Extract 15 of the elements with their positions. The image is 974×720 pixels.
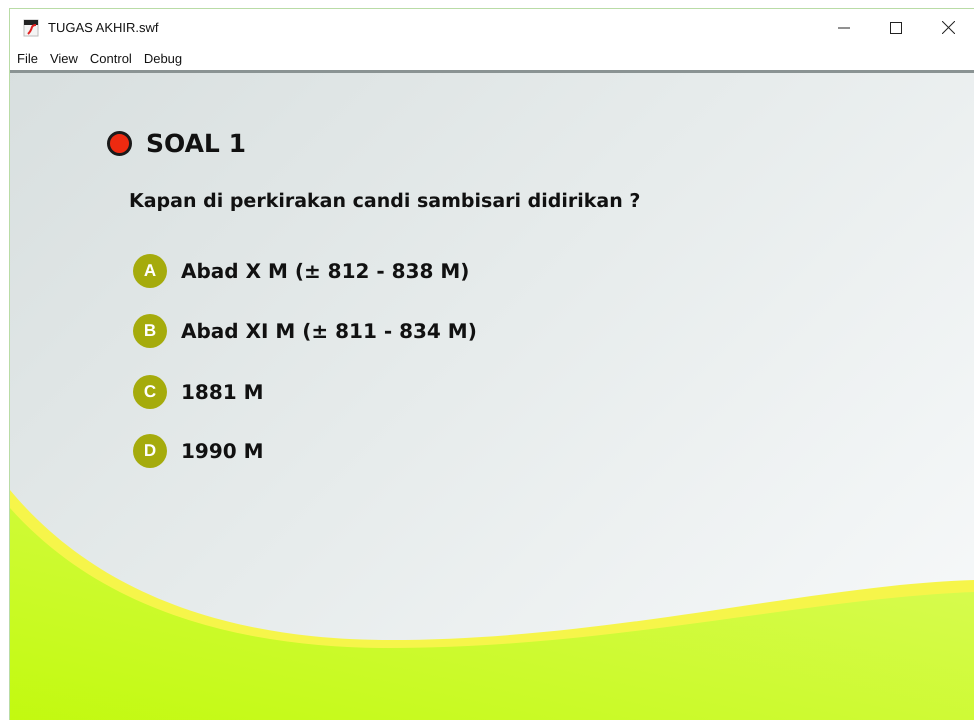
menu-item[interactable]: Control: [88, 50, 139, 66]
option-text[interactable]: Abad XI M (± 811 - 834 M): [181, 319, 477, 343]
option-text[interactable]: Abad X M (± 812 - 838 M): [181, 259, 470, 283]
option-text[interactable]: 1881 M: [181, 380, 264, 404]
bullet-icon: [107, 131, 132, 156]
menu-item[interactable]: View: [48, 50, 85, 66]
close-icon: [942, 21, 954, 34]
menu-item[interactable]: Debug: [142, 50, 190, 66]
menu-item[interactable]: File: [15, 50, 45, 66]
window-title: TUGAS AKHIR.swf: [48, 20, 160, 35]
question-heading: SOAL 1: [146, 129, 246, 158]
question-text: Kapan di perkirakan candi sambisari didirikan ?: [129, 190, 642, 212]
option-text[interactable]: 1990 M: [181, 439, 264, 463]
flash-file-icon: [22, 18, 40, 36]
maximize-icon: [890, 22, 902, 34]
